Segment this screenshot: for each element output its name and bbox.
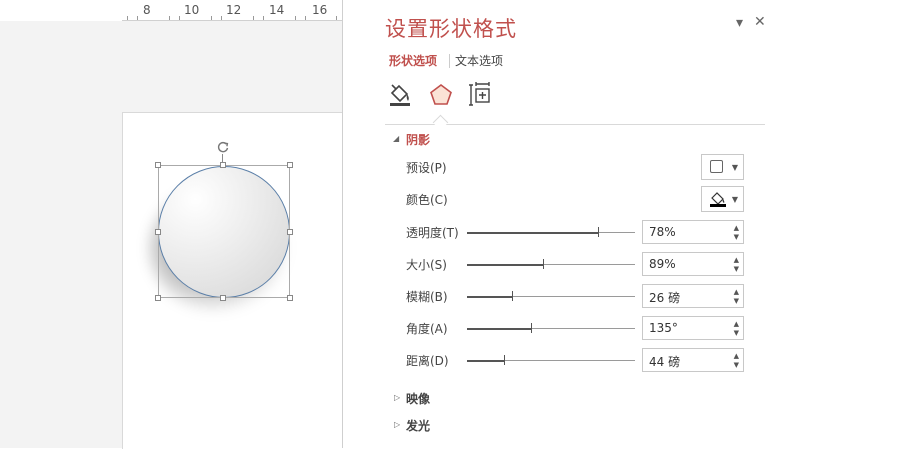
chevron-down-icon: ▼ [731,163,738,172]
spin-down-icon[interactable]: ▼ [734,361,739,369]
slider-thumb[interactable] [543,259,544,269]
spin-up-icon[interactable]: ▲ [734,352,739,360]
spinbox-value[interactable]: 26 磅 [649,289,680,306]
expanded-triangle-icon[interactable]: ◢ [393,134,399,143]
resize-handle-se[interactable] [287,295,293,301]
shadow-preset-swatch-icon [710,160,723,173]
collapsed-triangle-icon[interactable]: ▷ [394,420,400,429]
spinbox-value[interactable]: 78% [649,225,676,239]
ruler-label: 12 [226,3,242,17]
value-spinbox[interactable]: 89% ▲ ▼ [642,252,744,276]
resize-handle-sw[interactable] [155,295,161,301]
tab-shape-options[interactable]: 形状选项 [389,52,437,69]
ruler-label: 14 [269,3,285,17]
spinbox-value[interactable]: 135° [649,321,678,335]
preset-label: 预设(P) [406,161,447,175]
spin-up-icon[interactable]: ▲ [734,288,739,296]
resize-handle-w[interactable] [155,229,161,235]
ruler-label: 16 [312,3,328,17]
reflection-section-header[interactable]: 映像 [406,390,430,407]
slider-label: 角度(A) [406,322,448,336]
resize-handle-ne[interactable] [287,162,293,168]
color-label: 颜色(C) [406,193,448,207]
shadow-color-dropdown[interactable]: ▼ [701,186,744,212]
slider-label: 模糊(B) [406,290,448,304]
resize-handle-s[interactable] [220,295,226,301]
tab-text-options[interactable]: 文本选项 [455,52,503,69]
pane-divider [342,0,343,448]
ruler-label: 8 [143,3,151,17]
glow-section-header[interactable]: 发光 [406,417,430,434]
spinbox-value[interactable]: 89% [649,257,676,271]
value-spinbox[interactable]: 44 磅 ▲ ▼ [642,348,744,372]
spin-down-icon[interactable]: ▼ [734,329,739,337]
spin-up-icon[interactable]: ▲ [734,224,739,232]
slider-label: 大小(S) [406,258,447,272]
collapsed-triangle-icon[interactable]: ▷ [394,393,400,402]
slider-thumb[interactable] [512,291,513,301]
selection-frame [158,165,290,298]
chevron-down-icon: ▼ [731,195,738,204]
slider-label: 距离(D) [406,354,449,368]
effects-pentagon-icon[interactable] [427,81,455,109]
shadow-section-header[interactable]: 阴影 [406,131,430,148]
rotate-handle-icon[interactable] [216,140,230,154]
spinbox-value[interactable]: 44 磅 [649,353,680,370]
size-properties-icon[interactable] [468,81,496,109]
slider-fill [467,327,531,330]
slider-fill [467,231,598,234]
slider-fill [467,295,512,298]
resize-handle-n[interactable] [220,162,226,168]
slider-label: 透明度(T) [406,226,459,240]
resize-handle-e[interactable] [287,229,293,235]
slider-thumb[interactable] [598,227,599,237]
spin-down-icon[interactable]: ▼ [734,265,739,273]
shadow-preset-dropdown[interactable]: ▼ [701,154,744,180]
spin-down-icon[interactable]: ▼ [734,233,739,241]
panel-title: 设置形状格式 [385,17,517,41]
value-spinbox[interactable]: 26 磅 ▲ ▼ [642,284,744,308]
fill-line-icon[interactable] [386,81,414,109]
value-spinbox[interactable]: 135° ▲ ▼ [642,316,744,340]
slider-thumb[interactable] [504,355,505,365]
slider-fill [467,263,543,266]
slider-fill [467,359,504,362]
spin-down-icon[interactable]: ▼ [734,297,739,305]
spin-up-icon[interactable]: ▲ [734,256,739,264]
close-icon[interactable]: ✕ [754,14,766,30]
format-shape-panel: 设置形状格式 ▾ ✕ 形状选项 文本选项 ◢ 阴影 预设(P) ▼ 颜色(C) [372,0,770,448]
horizontal-ruler: 8 10 12 14 16 [122,0,342,21]
slider-thumb[interactable] [531,323,532,333]
paint-bucket-icon [710,192,726,207]
ruler-label: 10 [184,3,200,17]
value-spinbox[interactable]: 78% ▲ ▼ [642,220,744,244]
panel-options-icon[interactable]: ▾ [736,15,743,31]
spin-up-icon[interactable]: ▲ [734,320,739,328]
resize-handle-nw[interactable] [155,162,161,168]
